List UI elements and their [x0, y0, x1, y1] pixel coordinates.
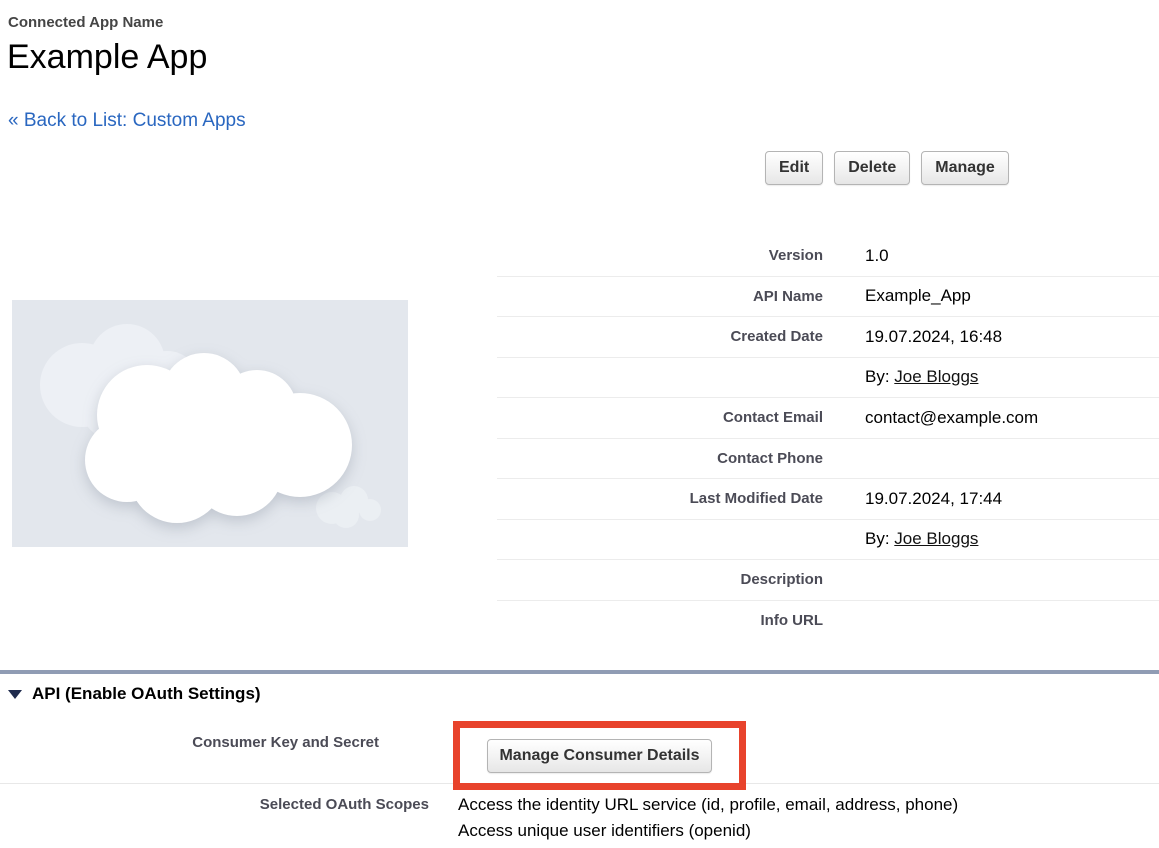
field-label: Last Modified Date	[497, 490, 823, 507]
detail-row-version: Version 1.0	[497, 236, 1159, 277]
highlight-annotation: Manage Consumer Details	[453, 721, 746, 790]
record-type-label: Connected App Name	[8, 14, 163, 31]
app-logo-image	[12, 300, 408, 547]
detail-row-created-date: Created Date 19.07.2024, 16:48	[497, 317, 1159, 358]
field-label: Info URL	[497, 612, 823, 629]
detail-row-api-name: API Name Example_App	[497, 277, 1159, 318]
toolbar: Edit Delete Manage	[765, 151, 1009, 185]
oauth-scope-item: Access unique user identifiers (openid)	[458, 818, 958, 844]
field-value: 19.07.2024, 16:48	[865, 327, 1002, 347]
delete-button[interactable]: Delete	[834, 151, 910, 185]
edit-button[interactable]: Edit	[765, 151, 823, 185]
oauth-section-header: API (Enable OAuth Settings)	[8, 684, 261, 704]
detail-row-created-by: By: Joe Bloggs	[497, 358, 1159, 399]
manage-button[interactable]: Manage	[921, 151, 1009, 185]
cloud-illustration-icon	[12, 300, 408, 547]
field-label: Contact Phone	[497, 450, 823, 467]
detail-row-description: Description	[497, 560, 1159, 601]
collapse-triangle-icon[interactable]	[8, 690, 22, 699]
field-value: 19.07.2024, 17:44	[865, 489, 1002, 509]
field-value: Example_App	[865, 286, 971, 306]
oauth-scope-item: Access the identity URL service (id, pro…	[458, 792, 958, 818]
modified-by-user-link[interactable]: Joe Bloggs	[894, 529, 978, 548]
field-label: API Name	[497, 288, 823, 305]
field-label: Description	[497, 571, 823, 588]
field-label: Version	[497, 247, 823, 264]
field-value: By: Joe Bloggs	[865, 529, 978, 549]
back-to-list-link[interactable]: « Back to List: Custom Apps	[8, 110, 246, 132]
detail-row-last-modified-date: Last Modified Date 19.07.2024, 17:44	[497, 479, 1159, 520]
field-value: 1.0	[865, 246, 889, 266]
selected-oauth-scopes-label: Selected OAuth Scopes	[0, 796, 429, 813]
detail-table: Version 1.0 API Name Example_App Created…	[497, 236, 1159, 641]
detail-row-contact-phone: Contact Phone	[497, 439, 1159, 480]
manage-consumer-details-button[interactable]: Manage Consumer Details	[487, 739, 711, 773]
oauth-section-title: API (Enable OAuth Settings)	[32, 684, 261, 704]
field-label: Contact Email	[497, 409, 823, 426]
created-by-user-link[interactable]: Joe Bloggs	[894, 367, 978, 386]
oauth-scopes-values: Access the identity URL service (id, pro…	[458, 792, 958, 844]
by-prefix: By:	[865, 367, 894, 386]
detail-row-info-url: Info URL	[497, 601, 1159, 642]
by-prefix: By:	[865, 529, 894, 548]
detail-row-contact-email: Contact Email contact@example.com	[497, 398, 1159, 439]
field-value: By: Joe Bloggs	[865, 367, 978, 387]
field-value: contact@example.com	[865, 408, 1038, 428]
page-title: Example App	[7, 38, 207, 77]
field-label: Created Date	[497, 328, 823, 345]
detail-row-modified-by: By: Joe Bloggs	[497, 520, 1159, 561]
section-divider	[0, 670, 1159, 674]
consumer-key-secret-label: Consumer Key and Secret	[0, 734, 379, 751]
